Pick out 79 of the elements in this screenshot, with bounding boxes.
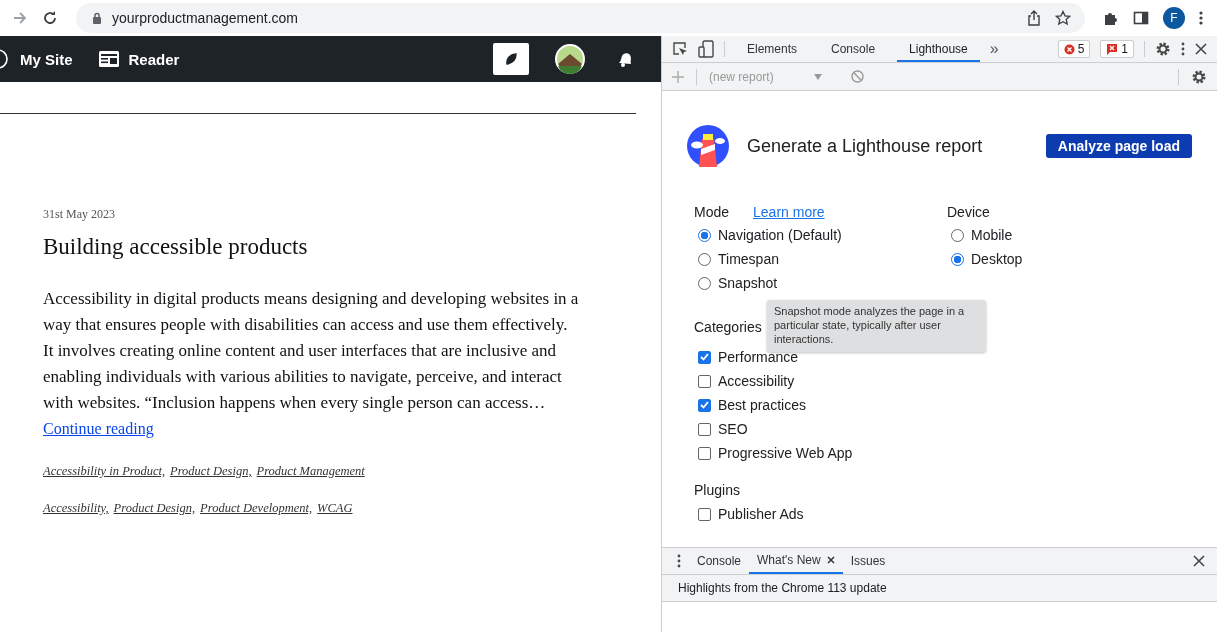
post-date: 31st May 2023	[43, 207, 116, 222]
radio-button[interactable]	[698, 276, 711, 290]
category-link[interactable]: Product Design,	[170, 464, 252, 478]
checkbox-label: Accessibility	[718, 373, 795, 389]
share-icon[interactable]	[1027, 10, 1041, 26]
feather-icon	[504, 52, 518, 66]
avatar[interactable]	[555, 44, 585, 74]
tag-link[interactable]: Accessibility,	[43, 501, 109, 515]
profile-avatar[interactable]: F	[1163, 7, 1185, 29]
radio-button[interactable]	[951, 252, 964, 266]
option-label: Mobile	[971, 227, 1013, 243]
drawer-tab[interactable]: Console	[689, 548, 750, 574]
more-tabs[interactable]: »	[989, 40, 999, 58]
category-link[interactable]: Accessibility in Product,	[43, 464, 166, 478]
star-icon[interactable]	[1055, 10, 1071, 26]
option-label: Desktop	[971, 251, 1023, 267]
panel-heading: Generate a Lighthouse report	[747, 135, 983, 157]
checkbox-label: SEO	[718, 421, 748, 437]
device-icon[interactable]	[698, 40, 714, 58]
post-title[interactable]: Building accessible products	[43, 234, 580, 260]
lock-icon	[92, 12, 102, 24]
puzzle-icon[interactable]	[1103, 10, 1119, 26]
checkbox-label: Best practices	[718, 397, 806, 413]
drawer-tab[interactable]: Issues	[842, 548, 894, 574]
checkbox-label: Publisher Ads	[718, 506, 804, 522]
tag-link[interactable]: Product Design,	[113, 501, 196, 515]
section-label: Mode	[694, 204, 730, 220]
radio-button[interactable]	[951, 228, 964, 242]
checkbox[interactable]	[698, 350, 711, 364]
close-tab-icon[interactable]	[826, 556, 835, 564]
caret-icon	[813, 73, 822, 80]
section-label: Categories	[694, 319, 762, 335]
admin-bar-item[interactable]: Reader	[98, 50, 180, 68]
drawer-menu-icon[interactable]	[677, 554, 681, 568]
panel-tab[interactable]: Elements	[735, 36, 810, 62]
learn-more-link[interactable]: Learn more	[753, 204, 825, 220]
checkbox[interactable]	[698, 422, 711, 436]
reader-icon	[98, 51, 119, 67]
checkbox[interactable]	[698, 446, 711, 460]
forward-icon[interactable]	[12, 10, 28, 26]
tag-link[interactable]: WCAG	[317, 501, 353, 515]
option-label: Snapshot	[718, 275, 778, 291]
option-label: Timespan	[718, 251, 779, 267]
category-link[interactable]: Product Management	[256, 464, 365, 478]
checkbox-label: Progressive Web App	[718, 445, 853, 461]
clear-icon[interactable]	[851, 70, 864, 83]
issue-counter[interactable]: 1	[1100, 40, 1134, 58]
side-panel-icon[interactable]	[1133, 10, 1149, 26]
lighthouse-logo-icon	[687, 125, 729, 167]
whats-new-headline: Highlights from the Chrome 113 update	[662, 575, 1217, 602]
panel-tab[interactable]: Console	[819, 36, 888, 62]
error-icon	[1063, 43, 1075, 55]
tooltip: Snapshot mode analyzes the page in a particular state, typically after user interactions.	[767, 300, 986, 352]
radio-button[interactable]	[698, 252, 711, 266]
post-excerpt: Accessibility in digital products means designing and developing websites in a way that ensures people with disabilities can access and use them effectively. It involves creating online content and user interfaces that are inclusive and enabling individuals with various abilities to navigate, perceive, and interact with websites. “Inclusion happens when every single person can access…	[43, 288, 580, 414]
close-icon[interactable]	[1193, 555, 1205, 567]
admin-bar-item[interactable]: My Site	[0, 49, 73, 69]
more-icon[interactable]	[1181, 42, 1185, 56]
option-label: Navigation (Default)	[718, 227, 842, 243]
settings-icon[interactable]	[1155, 41, 1171, 57]
write-button[interactable]	[493, 43, 529, 75]
settings-icon[interactable]	[1191, 68, 1207, 85]
checkbox[interactable]	[698, 507, 711, 521]
close-icon[interactable]	[1195, 43, 1207, 55]
continue-reading-link[interactable]: Continue reading	[43, 416, 154, 442]
checkbox[interactable]	[698, 374, 711, 388]
analyze-button[interactable]: Analyze page load	[1045, 134, 1192, 158]
address-bar[interactable]: yourproductmanagement.com	[76, 3, 1085, 33]
tag-link[interactable]: Product Development,	[200, 501, 313, 515]
reload-icon[interactable]	[42, 10, 58, 26]
checkbox-label: Performance	[718, 349, 799, 365]
checkbox[interactable]	[698, 398, 711, 412]
inspect-icon[interactable]	[672, 41, 688, 57]
menu-icon[interactable]	[1199, 10, 1203, 26]
radio-button[interactable]	[698, 228, 711, 242]
error-counter[interactable]: 5	[1057, 40, 1091, 58]
issue-icon	[1106, 43, 1119, 55]
section-label: Plugins	[694, 482, 740, 498]
section-label: Device	[947, 204, 990, 220]
